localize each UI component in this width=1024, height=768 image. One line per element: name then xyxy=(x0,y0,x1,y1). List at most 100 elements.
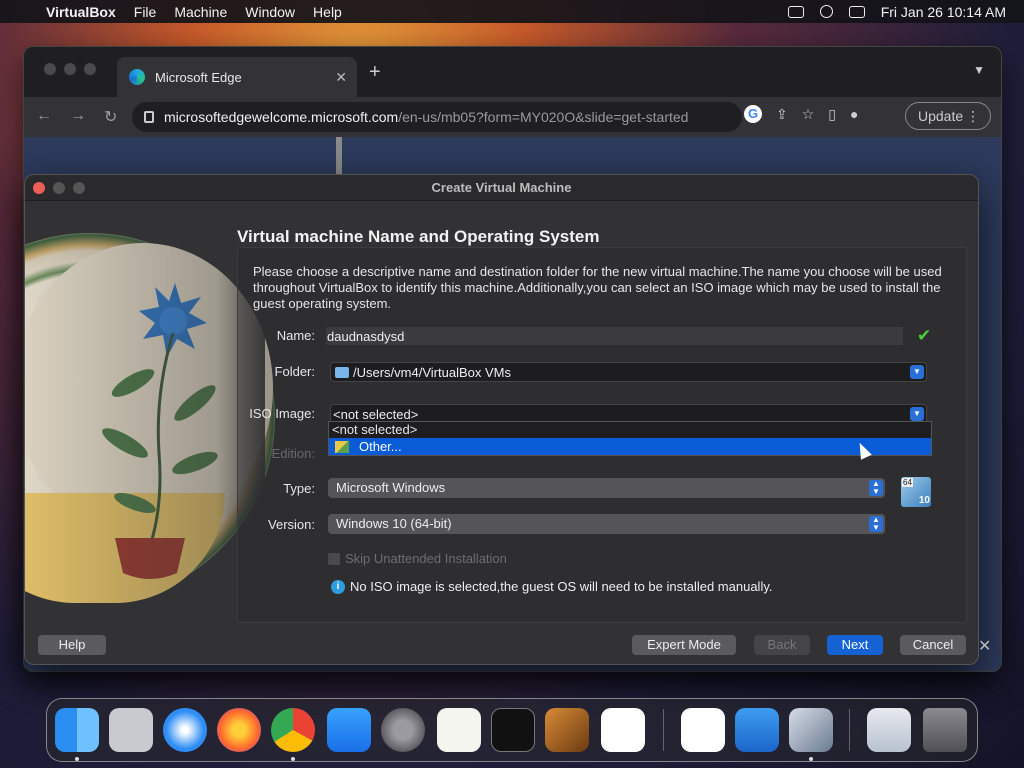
wizard-description: Please choose a descriptive name and des… xyxy=(253,264,942,311)
address-bar[interactable]: microsoftedgewelcome.microsoft.com/en-us… xyxy=(132,102,742,132)
close-icon[interactable]: ✕ xyxy=(978,636,991,656)
folder-dropdown-arrow-icon[interactable]: ▼ xyxy=(910,365,924,379)
folder-value: /Users/vm4/VirtualBox VMs xyxy=(353,364,511,380)
sidebar-icon[interactable]: ▯ xyxy=(828,106,836,123)
chrome-icon[interactable] xyxy=(271,708,315,752)
create-vm-dialog: Create Virtual Machine Virtual machine N… xyxy=(24,174,979,665)
vscode-icon[interactable] xyxy=(601,708,645,752)
browser-tab[interactable]: Microsoft Edge ✕ xyxy=(117,57,357,97)
launchpad-icon[interactable] xyxy=(109,708,153,752)
new-tab-icon[interactable]: + xyxy=(369,61,381,84)
os-version-value: Windows 10 (64-bit) xyxy=(336,516,452,531)
info-message: i No ISO image is selected,the guest OS … xyxy=(331,579,772,594)
close-tab-icon[interactable]: ✕ xyxy=(335,69,347,86)
minimize-window-button[interactable] xyxy=(64,63,76,75)
dialog-close-button[interactable] xyxy=(33,182,45,194)
iso-option-not-selected[interactable]: <not selected> xyxy=(329,422,931,438)
share-icon[interactable]: ⇪ xyxy=(776,106,788,123)
page-scrollbar[interactable] xyxy=(336,137,342,177)
os-type-value: Microsoft Windows xyxy=(336,480,446,495)
folder-label: Folder: xyxy=(274,364,315,379)
vm-name-input[interactable] xyxy=(326,327,903,345)
skip-unattended-label: Skip Unattended Installation xyxy=(345,551,507,566)
zoom-window-button[interactable] xyxy=(84,63,96,75)
system-settings-icon[interactable] xyxy=(381,708,425,752)
trash-icon[interactable] xyxy=(923,708,967,752)
tab-list-chevron-icon[interactable]: ▼ xyxy=(973,63,985,77)
folder-combobox[interactable]: /Users/vm4/VirtualBox VMs ▼ xyxy=(330,362,927,382)
wizard-heading: Virtual machine Name and Operating Syste… xyxy=(237,227,600,246)
info-icon: i xyxy=(331,579,345,594)
back-arrow-icon[interactable]: ← xyxy=(36,107,52,127)
os-version-select[interactable]: Windows 10 (64-bit) ▲ ▼ xyxy=(328,514,885,534)
icloud-icon[interactable] xyxy=(735,708,779,752)
os-version-badge: 10 xyxy=(918,495,930,506)
menubar: VirtualBox File Machine Window Help Fri … xyxy=(0,0,1024,23)
dock xyxy=(46,698,978,762)
os-version-stepper-icon[interactable]: ▲ ▼ xyxy=(869,516,883,532)
google-icon[interactable]: G xyxy=(744,105,762,123)
skip-unattended-checkbox[interactable]: Skip Unattended Installation xyxy=(328,551,507,566)
menu-window[interactable]: Window xyxy=(245,4,295,20)
visual-studio-icon[interactable] xyxy=(681,708,725,752)
help-button[interactable]: Help xyxy=(38,635,106,655)
garageband-icon[interactable] xyxy=(545,708,589,752)
url-path: /en-us/mb05?form=MY020O&slide=get-starte… xyxy=(398,109,689,125)
folder-icon xyxy=(335,366,349,378)
type-label: Type: xyxy=(283,481,315,496)
menu-file[interactable]: File xyxy=(134,4,157,20)
browser-toolbar: ← → ↻ microsoftedgewelcome.microsoft.com… xyxy=(24,97,1001,137)
tab-strip: Microsoft Edge ✕ + ▼ xyxy=(24,47,1001,97)
app-store-icon[interactable] xyxy=(327,708,371,752)
dialog-zoom-button xyxy=(73,182,85,194)
iso-image-value: <not selected> xyxy=(333,406,419,422)
more-menu-icon[interactable]: ⋮ xyxy=(966,108,980,125)
next-button[interactable]: Next xyxy=(827,635,883,655)
running-indicator xyxy=(291,757,295,761)
checkbox-box[interactable] xyxy=(328,552,340,565)
forward-arrow-icon[interactable]: → xyxy=(70,107,86,127)
spotlight-search-icon[interactable] xyxy=(819,5,833,18)
terminal-icon[interactable] xyxy=(491,708,535,752)
reload-icon[interactable]: ↻ xyxy=(104,107,117,127)
dock-separator xyxy=(849,709,850,751)
edge-logo-icon xyxy=(129,69,145,85)
iso-dropdown-arrow-icon[interactable]: ▼ xyxy=(910,407,924,421)
control-center-icon[interactable] xyxy=(848,5,865,18)
firefox-icon[interactable] xyxy=(217,708,261,752)
menu-app-name[interactable]: VirtualBox xyxy=(46,4,116,20)
virtualbox-icon[interactable] xyxy=(789,708,833,752)
screen-mirroring-icon[interactable] xyxy=(787,5,804,18)
lock-icon xyxy=(144,111,154,123)
safari-icon[interactable] xyxy=(163,708,207,752)
dialog-title: Create Virtual Machine xyxy=(431,180,572,195)
iso-option-other[interactable]: Other... xyxy=(329,438,931,455)
illustration-fade xyxy=(25,201,265,664)
back-button: Back xyxy=(754,635,810,655)
os-type-stepper-icon[interactable]: ▲ ▼ xyxy=(869,480,883,496)
cancel-button[interactable]: Cancel xyxy=(900,635,966,655)
info-text: No ISO image is selected,the guest OS wi… xyxy=(350,579,773,594)
windows-os-icon: 64 10 xyxy=(901,477,931,507)
expert-mode-button[interactable]: Expert Mode xyxy=(632,635,736,655)
iso-other-icon xyxy=(335,440,349,453)
name-label: Name: xyxy=(276,328,315,343)
update-button[interactable]: Update ⋮ xyxy=(905,102,991,130)
menu-machine[interactable]: Machine xyxy=(174,4,227,20)
finder-icon[interactable] xyxy=(55,708,99,752)
os-type-select[interactable]: Microsoft Windows ▲ ▼ xyxy=(328,478,885,498)
dialog-minimize-button xyxy=(53,182,65,194)
tab-title: Microsoft Edge xyxy=(155,69,242,85)
menu-help[interactable]: Help xyxy=(313,4,342,20)
version-label: Version: xyxy=(268,517,315,532)
close-window-button[interactable] xyxy=(44,63,56,75)
iso-option-other-label: Other... xyxy=(359,439,402,454)
profile-icon[interactable]: ● xyxy=(850,106,858,122)
favorite-star-icon[interactable]: ☆ xyxy=(802,106,815,123)
iso-dropdown-list: <not selected> Other... xyxy=(328,421,932,456)
iso-image-label: ISO Image: xyxy=(249,406,315,421)
window-controls xyxy=(44,63,96,75)
textedit-icon[interactable] xyxy=(437,708,481,752)
menubar-clock[interactable]: Fri Jan 26 10:14 AM xyxy=(881,4,1006,20)
vm-preview-icon[interactable] xyxy=(867,708,911,752)
